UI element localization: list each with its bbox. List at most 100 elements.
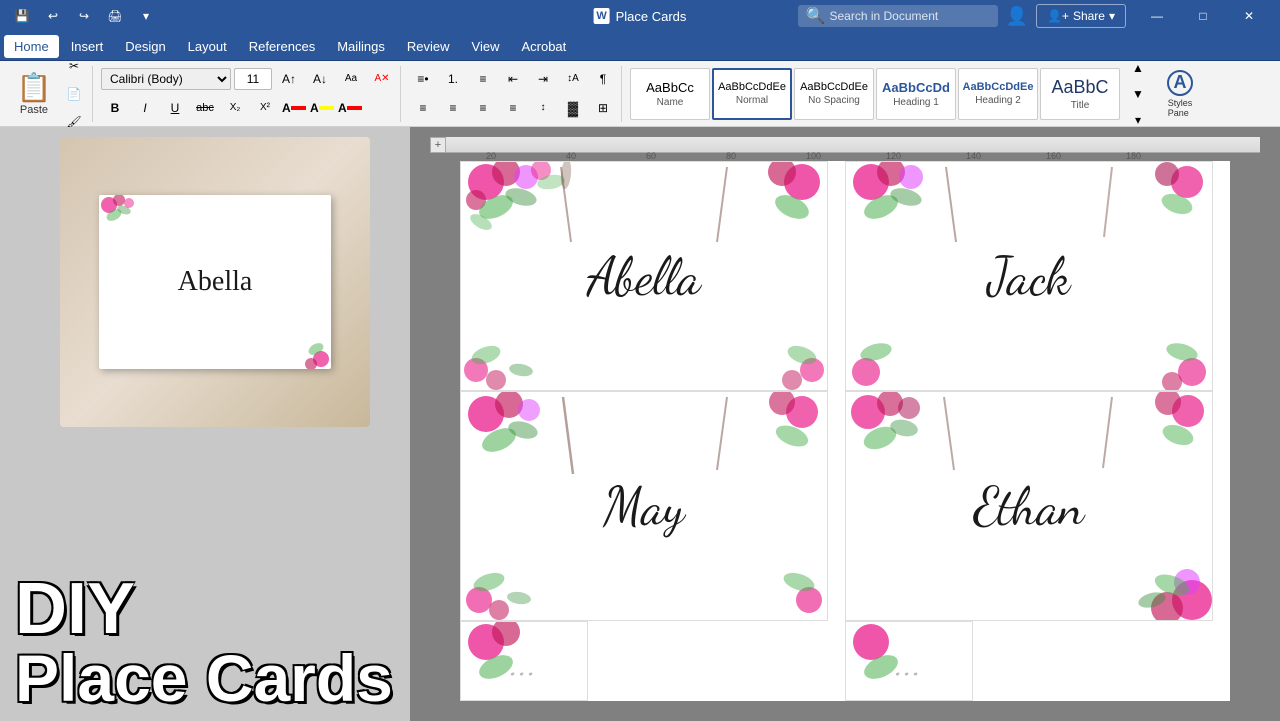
subscript-button[interactable]: X₂ <box>221 95 249 121</box>
maximize-button[interactable]: □ <box>1180 0 1226 32</box>
style-heading1[interactable]: AaBbCcDd Heading 1 <box>876 68 956 120</box>
font-name-select[interactable]: Calibri (Body) <box>101 68 231 90</box>
decrease-indent-button[interactable]: ⇤ <box>499 66 527 92</box>
left-panel: Abella DIY Place Cards <box>0 127 410 721</box>
place-card-may[interactable]: May <box>460 391 828 621</box>
font-color-button[interactable]: A <box>281 97 307 119</box>
font-format-row: B I U abc X₂ X² A A A <box>101 95 363 121</box>
show-hide-button[interactable]: ¶ <box>589 66 617 92</box>
shading-para-button[interactable]: ▓ <box>559 95 587 121</box>
style-name[interactable]: AaBbCc Name <box>630 68 710 120</box>
plus-button[interactable]: + <box>430 137 446 153</box>
align-right-button[interactable]: ≡ <box>469 95 497 121</box>
diy-line1: DIY <box>15 573 395 645</box>
toolbar: 📋 Paste ✂ 📄 🖌 Calibri (Body) A↑ A↓ Aa A✕… <box>0 61 1280 127</box>
cut-button[interactable]: ✂ <box>60 53 88 79</box>
menu-bar: Home Insert Design Layout References Mai… <box>0 32 1280 60</box>
clear-format-button[interactable]: A✕ <box>368 66 396 92</box>
place-card-abella[interactable]: Abella <box>460 161 828 391</box>
decrease-font-button[interactable]: A↓ <box>306 66 334 92</box>
customize-icon[interactable]: ▾ <box>132 3 160 29</box>
diy-line2: Place Cards <box>15 645 395 711</box>
share-label: Share <box>1073 9 1105 23</box>
increase-indent-button[interactable]: ⇥ <box>529 66 557 92</box>
increase-font-button[interactable]: A↑ <box>275 66 303 92</box>
bullets-button[interactable]: ≡• <box>409 66 437 92</box>
place-card-jack[interactable]: Jack <box>845 161 1213 391</box>
font-group: Calibri (Body) A↑ A↓ Aa A✕ B I U abc X₂ … <box>97 66 401 122</box>
menu-references[interactable]: References <box>239 35 325 58</box>
align-left-button[interactable]: ≡ <box>409 95 437 121</box>
styles-pane-button[interactable]: A StylesPane <box>1154 68 1206 120</box>
align-center-button[interactable]: ≡ <box>439 95 467 121</box>
share-chevron: ▾ <box>1109 9 1115 23</box>
main-area: Abella DIY Place Cards + 20 40 60 80 100… <box>0 127 1280 721</box>
menu-mailings[interactable]: Mailings <box>327 35 395 58</box>
bold-button[interactable]: B <box>101 95 129 121</box>
place-card-5[interactable]: ... <box>460 621 588 701</box>
menu-view[interactable]: View <box>462 35 510 58</box>
print-icon[interactable]: 🖨 <box>101 3 129 29</box>
redo-icon[interactable]: ↪ <box>70 3 98 29</box>
italic-button[interactable]: I <box>131 95 159 121</box>
paste-button[interactable]: 📋 Paste <box>10 66 58 122</box>
ribbon: Home Insert Design Layout References Mai… <box>0 32 1280 61</box>
card-name-abella: Abella <box>587 245 700 308</box>
superscript-button[interactable]: X² <box>251 95 279 121</box>
paste-label: Paste <box>20 104 48 116</box>
underline-button[interactable]: U <box>161 95 189 121</box>
paste-icon: 📋 <box>17 71 52 104</box>
numbering-button[interactable]: 1. <box>439 66 467 92</box>
word-icon: W <box>594 8 610 24</box>
undo-icon[interactable]: ↩ <box>39 3 67 29</box>
minimize-button[interactable]: — <box>1134 0 1180 32</box>
style-heading2[interactable]: AaBbCcDdEe Heading 2 <box>958 68 1038 120</box>
place-card-6[interactable]: ... <box>845 621 973 701</box>
sort-button[interactable]: ↕A <box>559 66 587 92</box>
menu-review[interactable]: Review <box>397 35 460 58</box>
title-bar: 💾 ↩ ↪ 🖨 ▾ W Place Cards 🔍 👤 👤+ Share ▾ —… <box>0 0 1280 32</box>
styles-scroll-up[interactable]: ▲ <box>1124 55 1152 81</box>
styles-list: AaBbCc Name AaBbCcDdEe Normal AaBbCcDdEe… <box>630 68 1120 120</box>
search-icon: 🔍 <box>806 6 826 26</box>
profile-icon[interactable]: 👤 <box>1006 6 1028 27</box>
preview-image: Abella <box>60 137 370 427</box>
card-name-5: ... <box>511 636 538 687</box>
justify-button[interactable]: ≡ <box>499 95 527 121</box>
menu-design[interactable]: Design <box>115 35 175 58</box>
line-spacing-button[interactable]: ↕ <box>529 95 557 121</box>
search-input[interactable] <box>829 9 989 23</box>
clipboard-group: 📋 Paste ✂ 📄 🖌 <box>6 66 93 122</box>
search-bar[interactable]: 🔍 <box>798 5 998 27</box>
ruler: + 20 40 60 80 100 120 140 160 180 <box>430 137 1260 153</box>
card-name-ethan: Ethan <box>974 475 1084 538</box>
card-name-may: May <box>603 475 684 538</box>
styles-scroll-down[interactable]: ▼ <box>1124 81 1152 107</box>
copy-button[interactable]: 📄 <box>60 81 88 107</box>
save-icon[interactable]: 💾 <box>8 3 36 29</box>
multilevel-button[interactable]: ≡ <box>469 66 497 92</box>
shading-button[interactable]: A <box>337 97 363 119</box>
font-size-input[interactable] <box>234 68 272 90</box>
cut-copy-group: ✂ 📄 🖌 <box>60 53 88 135</box>
highlight-color-button[interactable]: A <box>309 97 335 119</box>
diy-overlay: DIY Place Cards <box>0 563 410 721</box>
menu-layout[interactable]: Layout <box>178 35 237 58</box>
quick-access-toolbar: 💾 ↩ ↪ 🖨 ▾ <box>8 3 160 29</box>
borders-button[interactable]: ⊞ <box>589 95 617 121</box>
menu-acrobat[interactable]: Acrobat <box>511 35 576 58</box>
change-case-button[interactable]: Aa <box>337 66 365 92</box>
doc-page: Abella <box>460 161 1230 701</box>
style-title[interactable]: AaBbC Title <box>1040 68 1120 120</box>
share-button[interactable]: 👤+ Share ▾ <box>1036 4 1126 28</box>
doc-panel[interactable]: + 20 40 60 80 100 120 140 160 180 <box>410 127 1280 721</box>
menu-home[interactable]: Home <box>4 35 59 58</box>
card-name-jack: Jack <box>988 245 1070 308</box>
share-icon: 👤+ <box>1047 9 1069 23</box>
style-no-spacing[interactable]: AaBbCcDdEe No Spacing <box>794 68 874 120</box>
close-button[interactable]: ✕ <box>1226 0 1272 32</box>
title-center: W Place Cards <box>594 8 687 24</box>
place-card-ethan[interactable]: Ethan <box>845 391 1213 621</box>
strikethrough-button[interactable]: abc <box>191 95 219 121</box>
style-normal[interactable]: AaBbCcDdEe Normal <box>712 68 792 120</box>
